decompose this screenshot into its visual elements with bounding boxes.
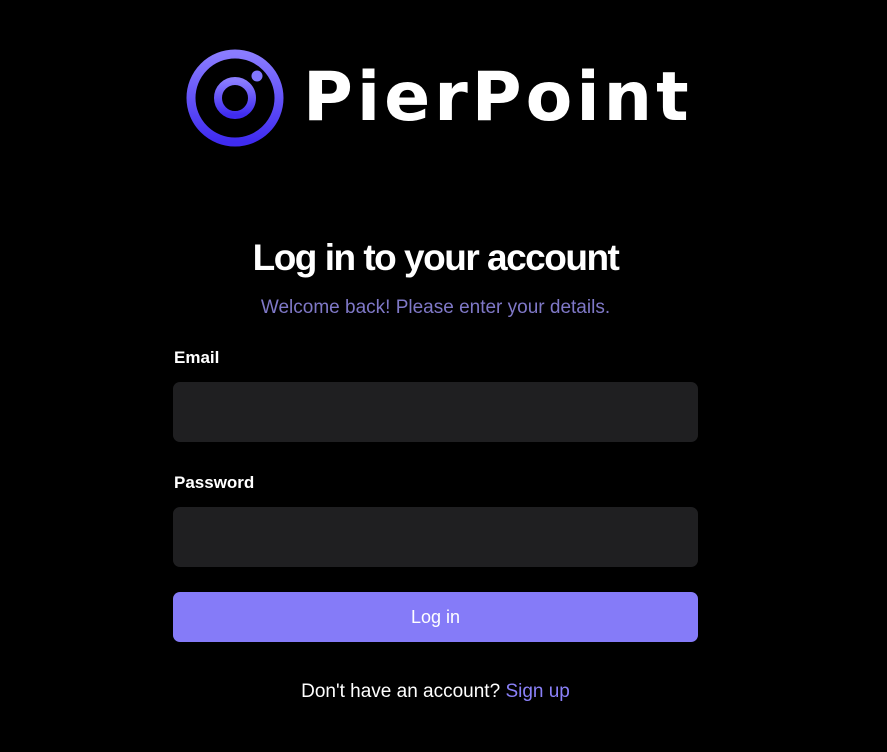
password-field[interactable] bbox=[173, 507, 698, 567]
brand-name: PierPoint bbox=[303, 58, 693, 137]
password-label: Password bbox=[174, 473, 255, 492]
login-button[interactable]: Log in bbox=[173, 592, 698, 642]
signup-prompt-text: Don't have an account? bbox=[301, 681, 501, 702]
page-subtitle: Welcome back! Please enter your details. bbox=[260, 297, 611, 318]
page-title: Log in to your account bbox=[252, 237, 620, 278]
brand-header: PierPoint bbox=[185, 48, 693, 148]
email-field[interactable] bbox=[173, 382, 698, 442]
email-label: Email bbox=[174, 348, 220, 367]
ring-camera-icon bbox=[186, 49, 284, 147]
signup-link[interactable]: Sign up bbox=[505, 681, 569, 702]
signup-prompt: Don't have an account? Sign up bbox=[0, 680, 871, 704]
